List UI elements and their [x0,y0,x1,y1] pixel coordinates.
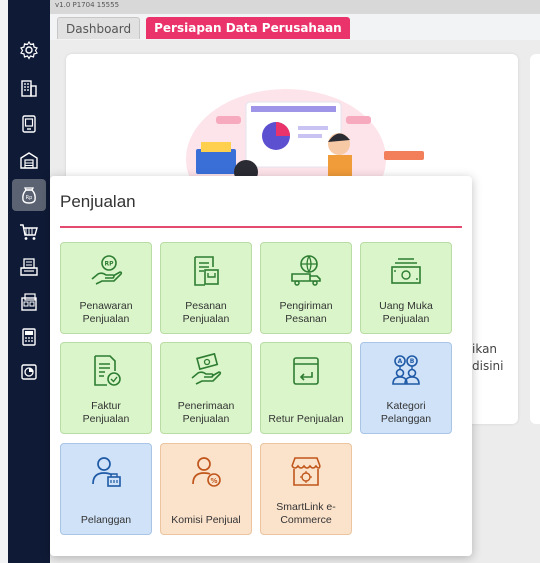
tile-komisi-penjual[interactable]: % Komisi Penjual [160,443,252,535]
tile-label: Pelanggan [80,514,132,526]
cash-icon [391,258,421,284]
cart-icon[interactable] [17,220,41,244]
order-doc-icon [194,256,219,286]
tile-pengiriman-pesanan[interactable]: Pengiriman Pesanan [260,242,352,334]
svg-text:RP: RP [104,261,114,268]
tile-label: SmartLink e- Commerce [276,501,336,526]
tile-penerimaan-penjualan[interactable]: Penerimaan Penjualan [160,342,252,434]
customer-category-icon: AB [392,355,420,385]
gear-icon[interactable] [17,38,41,62]
tile-retur-penjualan[interactable]: Retur Penjualan [260,342,352,434]
report-icon[interactable] [17,360,41,384]
tile-uang-muka-penjualan[interactable]: Uang Muka Penjualan [360,242,452,334]
tile-faktur-penjualan[interactable]: Faktur Penjualan [60,342,152,434]
tile-penawaran-penjualan[interactable]: RP Penawaran Penjualan [60,242,152,334]
bg-text-1: ikan [472,342,498,356]
tile-label: Retur Penjualan [268,413,344,425]
purchase-icon[interactable] [17,255,41,279]
tile-pelanggan[interactable]: Pelanggan [60,443,152,535]
tax-icon[interactable] [17,325,41,349]
tile-smartlink-ecommerce[interactable]: SmartLink e- Commerce [260,443,352,535]
sidebar: Rp [8,0,50,563]
inventory-icon[interactable] [17,290,41,314]
tile-pesanan-penjualan[interactable]: Pesanan Penjualan [160,242,252,334]
tile-label: Pengiriman Pesanan [279,300,333,325]
title-divider [60,226,462,228]
tab-bar: Dashboard Persiapan Data Perusahaan [57,17,350,39]
offer-hand-icon: RP [91,255,123,285]
bg-text-2: disini [472,359,504,373]
tile-label: Uang Muka Penjualan [379,300,433,325]
delivery-truck-icon [291,255,321,286]
tile-label: Penerimaan Penjualan [177,400,235,425]
svg-text:%: % [210,477,217,485]
receipt-money-icon [191,353,222,385]
sales-bag-icon[interactable]: Rp [12,179,46,211]
svg-text:Rp: Rp [26,195,33,201]
commission-icon: % [192,457,221,487]
illustration [186,89,424,184]
building-icon[interactable] [17,76,41,100]
store-icon [291,457,321,486]
app-version: v1.0 P1704 15555 [55,1,120,9]
svg-text:B: B [410,358,415,365]
sales-menu-popup: Penjualan RP Penawaran Penjualan Pesanan… [50,176,472,556]
dashboard-card-2 [530,54,540,424]
tab-persiapan-data[interactable]: Persiapan Data Perusahaan [146,17,350,39]
popup-title: Penjualan [60,192,136,211]
tile-kategori-pelanggan[interactable]: AB Kategori Pelanggan [360,342,452,434]
invoice-icon [94,355,121,386]
return-icon [293,357,319,385]
tile-label: Komisi Penjual [171,514,241,526]
warehouse-icon[interactable] [17,148,41,172]
customer-icon [92,457,121,487]
tile-label: Penawaran Penjualan [79,300,133,325]
svg-text:A: A [398,358,403,365]
top-strip [50,0,540,14]
tile-label: Pesanan Penjualan [182,300,230,325]
tile-label: Faktur Penjualan [82,400,130,425]
tab-dashboard[interactable]: Dashboard [57,17,141,39]
tile-label: Kategori Pelanggan [380,400,432,425]
tablet-icon[interactable] [17,112,41,136]
